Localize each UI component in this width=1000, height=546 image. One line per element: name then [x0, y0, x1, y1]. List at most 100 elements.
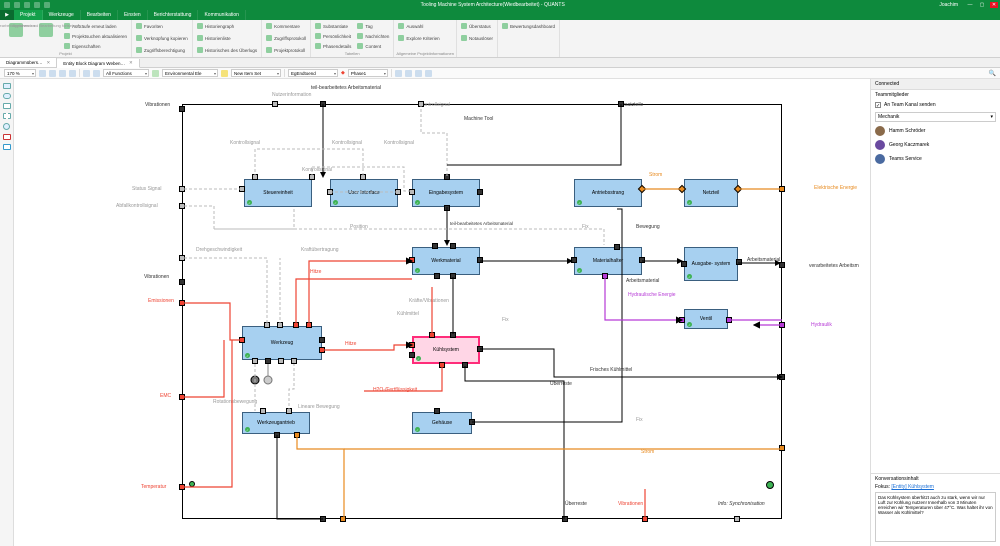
- port[interactable]: [477, 346, 483, 352]
- ribbon-btn[interactable]: Nachrichten: [355, 31, 391, 41]
- block-werkzeug[interactable]: Werkzeug✓: [242, 326, 322, 360]
- port[interactable]: [179, 186, 185, 192]
- port[interactable]: [444, 174, 450, 180]
- port[interactable]: [260, 408, 266, 414]
- port[interactable]: [639, 257, 645, 263]
- close-button[interactable]: ✕: [990, 2, 998, 8]
- port[interactable]: [360, 174, 366, 180]
- set-icon[interactable]: [221, 70, 228, 77]
- ribbon-btn[interactable]: Historiengraph: [195, 21, 259, 31]
- port[interactable]: [264, 322, 270, 328]
- port[interactable]: [779, 374, 785, 380]
- port[interactable]: [239, 186, 245, 192]
- port[interactable]: [278, 358, 284, 364]
- phase-combo[interactable]: Phase1: [348, 69, 388, 77]
- port[interactable]: [395, 189, 401, 195]
- set-combo[interactable]: New Item Set: [231, 69, 281, 77]
- ribbon-btn[interactable]: Zugriffsberechtigung: [134, 45, 190, 55]
- port[interactable]: [418, 101, 424, 107]
- user-item[interactable]: Teams Service: [871, 152, 1000, 166]
- port[interactable]: [272, 101, 278, 107]
- env-combo[interactable]: Environmental Ele: [162, 69, 218, 77]
- ribbon-btn[interactable]: Projektsuchen aktualisieren: [62, 31, 129, 41]
- block-netzteil[interactable]: Netzteil✓: [684, 179, 738, 207]
- port[interactable]: [319, 347, 325, 353]
- port[interactable]: [252, 358, 258, 364]
- port[interactable]: [286, 408, 292, 414]
- palette-item[interactable]: [3, 83, 11, 89]
- block-ui[interactable]: User Interface✓: [330, 179, 398, 207]
- port[interactable]: [340, 516, 346, 522]
- ribbon-btn[interactable]: Historisches des Überlugs: [195, 45, 259, 55]
- block-werkzeugantrieb[interactable]: Werkzeugantrieb✓: [242, 412, 310, 434]
- port[interactable]: [726, 317, 732, 323]
- port[interactable]: [736, 259, 742, 265]
- focus-link[interactable]: [Entity] Kühlsystem: [891, 484, 934, 490]
- menu-tab-werkzeuge[interactable]: Werkzeuge: [43, 10, 81, 20]
- tool-icon[interactable]: [395, 70, 402, 77]
- port[interactable]: [179, 300, 185, 306]
- port[interactable]: [179, 484, 185, 490]
- port[interactable]: [293, 322, 299, 328]
- ribbon-btn[interactable]: Überstatus: [459, 21, 495, 31]
- ribbon-btn[interactable]: Substantiate: [313, 21, 353, 31]
- doc-tab-active[interactable]: Entity Block Diagram Weben…✕: [57, 59, 139, 68]
- port[interactable]: [734, 516, 740, 522]
- port[interactable]: [477, 189, 483, 195]
- block-ventil[interactable]: Ventil✓: [684, 309, 728, 329]
- port[interactable]: [327, 189, 333, 195]
- port[interactable]: [779, 262, 785, 268]
- search-icon[interactable]: 🔍: [989, 70, 996, 77]
- port[interactable]: [618, 101, 624, 107]
- port[interactable]: [409, 352, 415, 358]
- ribbon-btn[interactable]: Kommentare: [264, 21, 308, 31]
- port[interactable]: [434, 408, 440, 414]
- port[interactable]: [309, 174, 315, 180]
- port[interactable]: [294, 432, 300, 438]
- port[interactable]: [277, 322, 283, 328]
- port[interactable]: [252, 174, 258, 180]
- menu-tab-komm[interactable]: Kommunikation: [198, 10, 245, 20]
- port[interactable]: [450, 273, 456, 279]
- port[interactable]: [274, 432, 280, 438]
- port[interactable]: [439, 362, 445, 368]
- palette-item[interactable]: [3, 134, 11, 140]
- port[interactable]: [477, 257, 483, 263]
- block-eingabe[interactable]: Eingabesystem✓: [412, 179, 480, 207]
- ribbon-btn[interactable]: Explore Kriterien: [396, 33, 441, 43]
- port[interactable]: [469, 419, 475, 425]
- palette-item[interactable]: [3, 144, 11, 150]
- port[interactable]: [179, 394, 185, 400]
- ribbon-btn[interactable]: Bewertungsdashboard: [500, 21, 557, 31]
- port[interactable]: [239, 337, 245, 343]
- port[interactable]: [462, 362, 468, 368]
- port[interactable]: [681, 261, 687, 267]
- block-gehaeuse[interactable]: Gehäuse✓: [412, 412, 472, 434]
- menu-tab-bearbeiten[interactable]: Bearbeiten: [81, 10, 118, 20]
- block-werkmaterial[interactable]: Werkmaterial✓: [412, 247, 480, 275]
- block-antrieb[interactable]: Antriebsstrang✓: [574, 179, 642, 207]
- port[interactable]: [679, 317, 685, 323]
- qat-btn[interactable]: [24, 2, 30, 8]
- ribbon-btn-speichern[interactable]: Speichern und Bearbeitung fortsetzen: [32, 21, 60, 51]
- close-icon[interactable]: ✕: [47, 60, 51, 66]
- minimize-button[interactable]: —: [966, 2, 974, 8]
- port[interactable]: [306, 322, 312, 328]
- ribbon-btn[interactable]: Projektprotokoll: [264, 45, 308, 55]
- env-icon[interactable]: [152, 70, 159, 77]
- ribbon-btn[interactable]: Tag: [355, 21, 391, 31]
- ribbon-btn[interactable]: Verknüpfung kopieren: [134, 33, 190, 43]
- port[interactable]: [444, 205, 450, 211]
- zoom-combo[interactable]: 170 %: [4, 69, 36, 77]
- port[interactable]: [450, 243, 456, 249]
- port[interactable]: [562, 516, 568, 522]
- doc-tab[interactable]: Diagrammübers…✕: [0, 58, 57, 67]
- qat-btn[interactable]: [34, 2, 40, 8]
- ribbon-btn[interactable]: Content: [355, 41, 391, 51]
- port[interactable]: [291, 358, 297, 364]
- menu-tab-projekt[interactable]: Projekt: [14, 10, 43, 20]
- port[interactable]: [179, 279, 185, 285]
- tool-icon[interactable]: [93, 70, 100, 77]
- port[interactable]: [265, 358, 271, 364]
- ribbon-btn[interactable]: Eigenschaften: [62, 41, 129, 51]
